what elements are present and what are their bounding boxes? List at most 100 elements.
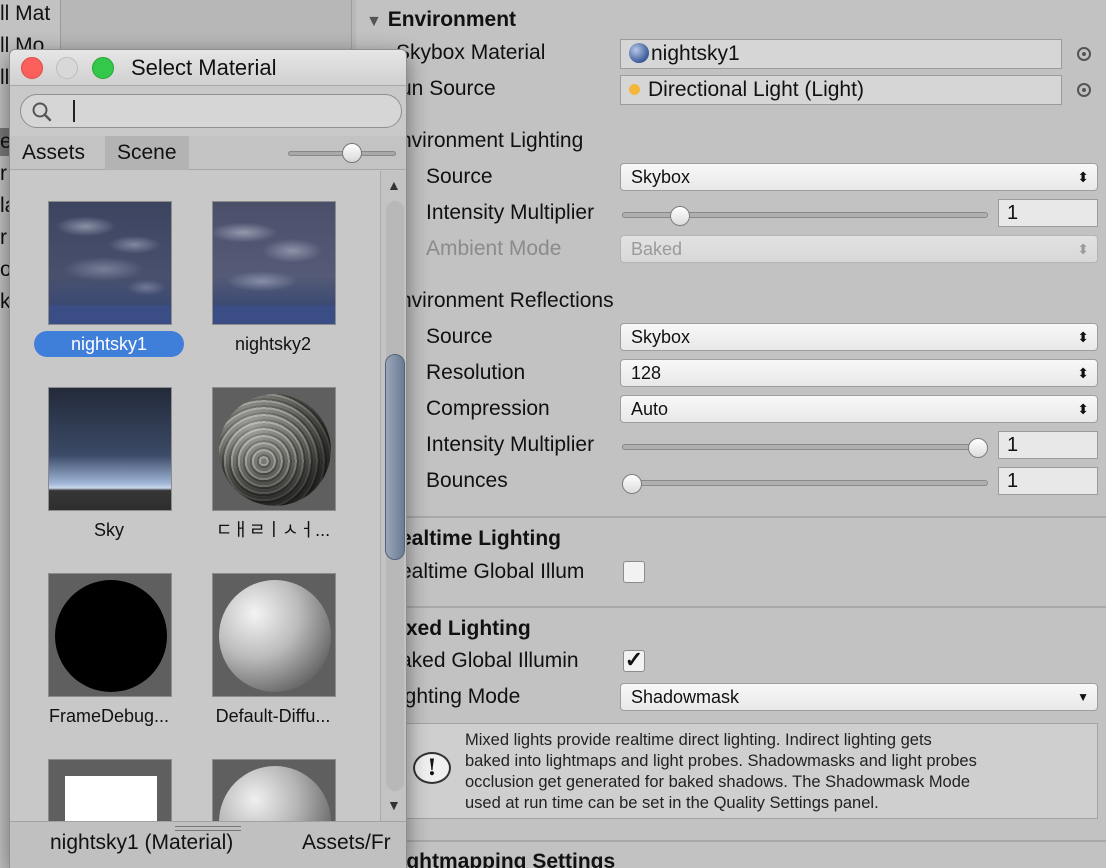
dropdown-arrow-icon: ▼ xyxy=(1077,690,1089,704)
material-item-label: FrameDebug... xyxy=(48,706,170,726)
black-sphere-icon xyxy=(55,580,167,692)
lightmapping-settings-header: Lightmapping Settings xyxy=(387,850,616,868)
minimize-window-icon xyxy=(56,57,78,79)
environment-reflections-header: nvironment Reflections xyxy=(400,289,614,312)
mixed-lighting-help-box: ! Mixed lights provide realtime direct l… xyxy=(400,723,1098,819)
skybox-material-value: nightsky1 xyxy=(651,42,740,65)
resolution-label: Resolution xyxy=(426,361,526,384)
refl-intensity-label: Intensity Multiplier xyxy=(426,433,595,456)
zoom-window-icon[interactable] xyxy=(92,57,114,79)
mixed-lighting-header: ixed Lighting xyxy=(400,617,531,640)
scroll-up-arrow-icon[interactable]: ▲ xyxy=(387,177,401,193)
section-divider xyxy=(386,516,1106,518)
realtime-lighting-header: ealtime Lighting xyxy=(400,527,562,550)
rock-sphere-preview xyxy=(212,387,336,511)
refl-intensity-track[interactable] xyxy=(622,444,988,450)
skybox-material-field[interactable]: nightsky1 xyxy=(620,39,1062,69)
lighting-mode-dropdown[interactable]: Shadowmask ▼ xyxy=(620,683,1098,711)
night-sky-preview xyxy=(48,201,172,325)
close-window-icon[interactable] xyxy=(21,57,43,79)
ambient-mode-dropdown: Baked ⬍ xyxy=(620,235,1098,263)
scroll-thumb[interactable] xyxy=(385,354,405,560)
section-divider xyxy=(386,606,1106,608)
object-picker-icon[interactable] xyxy=(1077,47,1091,61)
environment-foldout[interactable]: ▼ Environment xyxy=(366,8,516,32)
refl-intensity-slider-thumb[interactable] xyxy=(968,438,988,458)
white-quad-icon xyxy=(65,776,157,821)
help-line: occlusion get generated for baked shadow… xyxy=(465,773,971,791)
selected-material-path: Assets/Fr xyxy=(302,831,391,854)
lighting-inspector: ▼ Environment Skybox Material nightsky1 … xyxy=(356,0,1106,868)
environment-header: Environment xyxy=(387,8,517,31)
material-item-label: Default-Diffu... xyxy=(215,706,331,726)
search-icon xyxy=(32,102,52,122)
grey-sphere-preview xyxy=(212,759,336,821)
background-list-row[interactable]: ll Mat xyxy=(0,2,50,26)
updown-arrows-icon: ⬍ xyxy=(1077,401,1089,417)
material-item-label: ㄷㅐㄹㅣㅅㅓ... xyxy=(215,520,331,540)
material-item-label: nightsky2 xyxy=(234,334,312,354)
lighting-mode-label: ighting Mode xyxy=(400,685,521,708)
grey-sphere-icon xyxy=(219,766,331,821)
sun-source-field[interactable]: Directional Light (Light) xyxy=(620,75,1062,105)
material-item-label: Sky xyxy=(93,520,124,540)
compression-value: Auto xyxy=(631,399,669,419)
picker-footer: nightsky1 (Material) Assets/Fr xyxy=(10,821,406,868)
updown-arrows-icon: ⬍ xyxy=(1077,169,1089,185)
bounces-input[interactable]: 1 xyxy=(998,467,1098,495)
refl-source-dropdown[interactable]: Skybox ⬍ xyxy=(620,323,1098,351)
env-intensity-label: Intensity Multiplier xyxy=(426,201,595,224)
env-intensity-input[interactable]: 1 xyxy=(998,199,1098,227)
grid-scrollbar[interactable]: ▲ ▼ xyxy=(380,171,406,821)
ambient-mode-label: Ambient Mode xyxy=(426,237,562,260)
lighting-mode-value: Shadowmask xyxy=(631,687,740,707)
search-input[interactable] xyxy=(20,94,402,128)
window-titlebar[interactable]: Select Material xyxy=(10,50,406,86)
text-caret xyxy=(73,100,75,122)
bounces-track[interactable] xyxy=(622,480,988,486)
refl-source-value: Skybox xyxy=(631,327,691,347)
scroll-down-arrow-icon[interactable]: ▼ xyxy=(387,797,401,813)
skybox-material-label: Skybox Material xyxy=(396,41,546,64)
material-item-label: nightsky1 xyxy=(34,331,184,357)
section-divider xyxy=(386,840,1106,842)
grey-sphere-preview xyxy=(212,573,336,697)
tab-assets[interactable]: Assets xyxy=(10,136,97,170)
background-list-row[interactable]: r xyxy=(0,226,7,250)
background-list-row[interactable]: ll xyxy=(0,66,9,90)
updown-arrows-icon: ⬍ xyxy=(1077,241,1089,257)
sun-source-label: un Source xyxy=(400,77,496,100)
selected-material-name: nightsky1 (Material) xyxy=(50,831,234,854)
realtime-gi-label: ealtime Global Illum xyxy=(400,560,585,583)
bounces-slider-thumb[interactable] xyxy=(622,474,642,494)
compression-label: Compression xyxy=(426,397,550,420)
grey-sphere-icon xyxy=(219,580,331,692)
window-title: Select Material xyxy=(131,55,277,80)
rock-sphere-icon xyxy=(219,394,331,506)
realtime-gi-checkbox[interactable] xyxy=(623,561,645,583)
preview-size-slider-thumb[interactable] xyxy=(342,143,362,163)
env-source-label: Source xyxy=(426,165,493,188)
object-picker-icon[interactable] xyxy=(1077,83,1091,97)
refl-intensity-input[interactable]: 1 xyxy=(998,431,1098,459)
tab-scene[interactable]: Scene xyxy=(105,136,189,170)
env-intensity-slider-thumb[interactable] xyxy=(670,206,691,226)
sun-source-value: Directional Light (Light) xyxy=(648,78,864,101)
bounces-label: Bounces xyxy=(426,469,508,492)
baked-gi-checkbox[interactable]: ✓ xyxy=(623,649,645,672)
foldout-triangle-icon: ▼ xyxy=(366,13,382,30)
updown-arrows-icon: ⬍ xyxy=(1077,365,1089,381)
light-bulb-icon xyxy=(629,84,640,95)
material-sphere-icon xyxy=(629,43,649,63)
refl-source-label: Source xyxy=(426,325,493,348)
env-source-dropdown[interactable]: Skybox ⬍ xyxy=(620,163,1098,191)
environment-lighting-header: nvironment Lighting xyxy=(400,129,584,152)
background-list-row[interactable]: r xyxy=(0,162,7,186)
select-material-window: Select Material Assets Scene nightsky1 n… xyxy=(9,49,407,868)
picker-tabs: Assets Scene xyxy=(10,136,406,170)
env-source-value: Skybox xyxy=(631,167,691,187)
search-bar xyxy=(10,86,406,136)
resolution-dropdown[interactable]: 128 ⬍ xyxy=(620,359,1098,387)
compression-dropdown[interactable]: Auto ⬍ xyxy=(620,395,1098,423)
help-line: Mixed lights provide realtime direct lig… xyxy=(465,731,932,749)
